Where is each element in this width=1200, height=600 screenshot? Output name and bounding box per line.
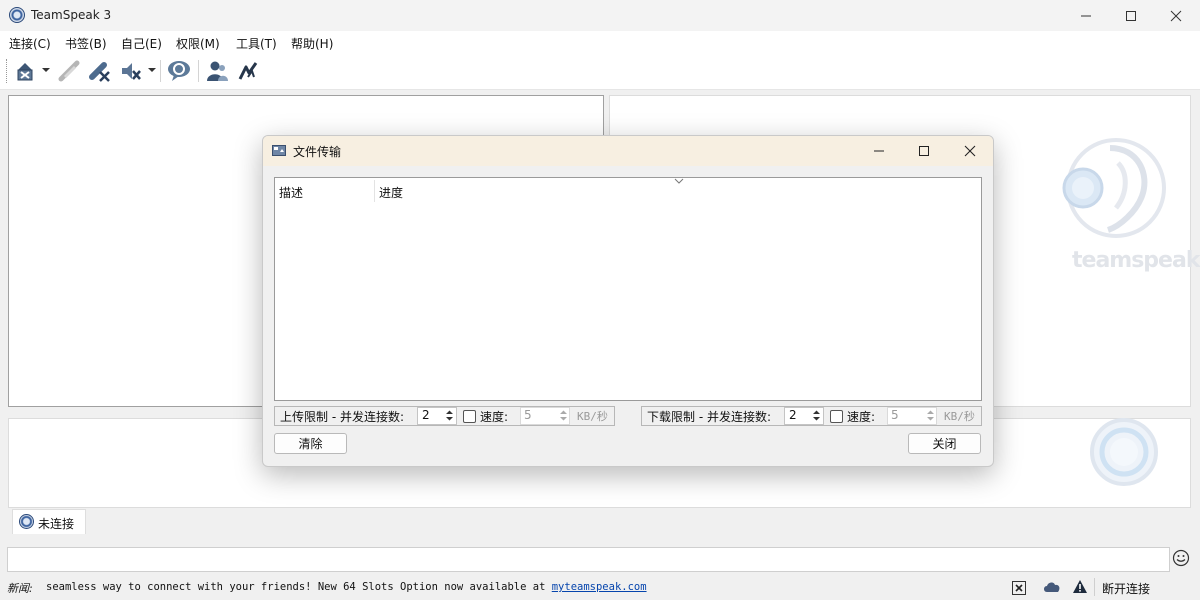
menu-connections[interactable]: 连接(C) — [9, 35, 51, 52]
upload-speed-unit: KB/秒 — [577, 410, 608, 423]
upload-speed-spinbox[interactable]: 5 — [520, 407, 570, 425]
connection-status: 断开连接 — [1102, 582, 1151, 596]
away-icon — [89, 62, 110, 82]
toolbar-divider — [160, 60, 161, 82]
chat-input[interactable] — [7, 547, 1170, 572]
close-news-button[interactable] — [1012, 581, 1026, 595]
menu-permissions[interactable]: 权限(M) — [176, 35, 220, 52]
cloud-icon[interactable] — [1043, 580, 1061, 594]
warning-icon[interactable] — [1072, 579, 1088, 594]
download-speed-checkbox[interactable] — [830, 410, 843, 423]
spin-arrows-icon[interactable] — [559, 409, 568, 422]
subscribe-button[interactable] — [166, 58, 192, 84]
column-header-description[interactable]: 描述 — [279, 184, 303, 201]
disconnect-button[interactable] — [56, 58, 82, 84]
transfer-list[interactable]: 描述 进度 — [274, 177, 982, 401]
upload-speed-value: 5 — [524, 408, 532, 422]
column-divider[interactable] — [374, 180, 375, 202]
column-header-progress[interactable]: 进度 — [379, 184, 403, 201]
close-button[interactable]: 关闭 — [908, 433, 981, 454]
upload-connections-spinbox[interactable]: 2 — [417, 407, 457, 425]
download-limit-group: 下载限制 - 并发连接数: 2 速度: 5 KB/秒 — [641, 406, 982, 426]
news-text: seamless way to connect with your friend… — [46, 581, 546, 593]
upload-connections-value: 2 — [422, 408, 430, 422]
download-speed-spinbox[interactable]: 5 — [887, 407, 937, 425]
maximize-button[interactable] — [1108, 0, 1154, 31]
file-transfer-dialog: 文件传输 描述 进度 上传限制 - 并发连接数: 2 速度: 5 KB/秒 下载… — [262, 135, 994, 467]
menu-tools[interactable]: 工具(T) — [236, 35, 277, 52]
subscribe-icon — [168, 61, 190, 81]
dialog-minimize-button[interactable] — [856, 136, 902, 166]
contacts-button[interactable] — [204, 58, 230, 84]
menu-help[interactable]: 帮助(H) — [291, 35, 333, 52]
teamspeak-logo-icon — [9, 7, 25, 23]
mute-microphone-icon — [122, 63, 141, 80]
news-link[interactable]: myteamspeak.com — [552, 581, 647, 593]
window-title: TeamSpeak 3 — [31, 8, 112, 22]
minimize-icon — [1081, 15, 1091, 16]
connect-button[interactable] — [12, 58, 38, 84]
upload-speed-checkbox[interactable] — [463, 410, 476, 423]
emoticon-button[interactable] — [1172, 549, 1190, 567]
spin-arrows-icon[interactable] — [812, 409, 821, 422]
file-transfer-icon — [272, 145, 286, 156]
menu-self[interactable]: 自己(E) — [121, 35, 162, 52]
toolbar-divider — [198, 60, 199, 82]
server-status-icon — [19, 514, 34, 529]
news-label: 新闻: — [7, 582, 33, 595]
download-speed-label: 速度: — [847, 410, 876, 424]
teamspeak-logo-icon — [1062, 138, 1166, 238]
download-connections-spinbox[interactable]: 2 — [784, 407, 824, 425]
close-icon — [964, 145, 976, 157]
close-icon — [1015, 584, 1023, 592]
dialog-maximize-button[interactable] — [901, 136, 947, 166]
dialog-close-button[interactable] — [947, 136, 993, 166]
dialog-title: 文件传输 — [293, 145, 342, 159]
contacts-icon — [207, 61, 228, 81]
menu-bookmarks[interactable]: 书签(B) — [65, 35, 107, 52]
download-speed-unit: KB/秒 — [944, 410, 975, 423]
download-speed-value: 5 — [891, 408, 899, 422]
disconnect-icon — [58, 60, 80, 82]
download-limit-label: 下载限制 - 并发连接数: — [647, 410, 772, 424]
minimize-icon — [874, 150, 884, 152]
upload-limit-group: 上传限制 - 并发连接数: 2 速度: 5 KB/秒 — [274, 406, 615, 426]
news-ticker: seamless way to connect with your friend… — [46, 581, 647, 593]
whisper-icon — [238, 62, 258, 80]
download-connections-value: 2 — [789, 408, 797, 422]
brand-wordmark: teamspeak — [1072, 248, 1200, 273]
away-button[interactable] — [87, 58, 113, 84]
window-titlebar — [0, 0, 1200, 31]
status-divider — [1094, 578, 1095, 596]
minimize-button[interactable] — [1063, 0, 1109, 31]
teamspeak-logo-icon — [1090, 418, 1158, 486]
sort-indicator-icon — [674, 178, 684, 184]
maximize-icon — [1126, 10, 1136, 21]
maximize-icon — [919, 146, 929, 156]
tab-server[interactable]: 未连接 — [12, 509, 86, 534]
chevron-down-icon[interactable] — [42, 68, 50, 72]
whisper-button[interactable] — [235, 58, 261, 84]
smiley-icon — [1172, 549, 1190, 567]
clear-button[interactable]: 清除 — [274, 433, 347, 454]
spin-arrows-icon[interactable] — [926, 409, 935, 422]
spin-arrows-icon[interactable] — [445, 409, 454, 422]
chevron-down-icon[interactable] — [148, 68, 156, 72]
tab-label: 未连接 — [38, 517, 75, 531]
upload-limit-label: 上传限制 - 并发连接数: — [280, 410, 405, 424]
mute-microphone-button[interactable] — [118, 58, 144, 84]
upload-speed-label: 速度: — [480, 410, 509, 424]
toolbar-grip — [6, 59, 9, 83]
close-window-button[interactable] — [1153, 0, 1199, 31]
connect-icon — [17, 63, 33, 81]
close-icon — [1170, 10, 1182, 21]
